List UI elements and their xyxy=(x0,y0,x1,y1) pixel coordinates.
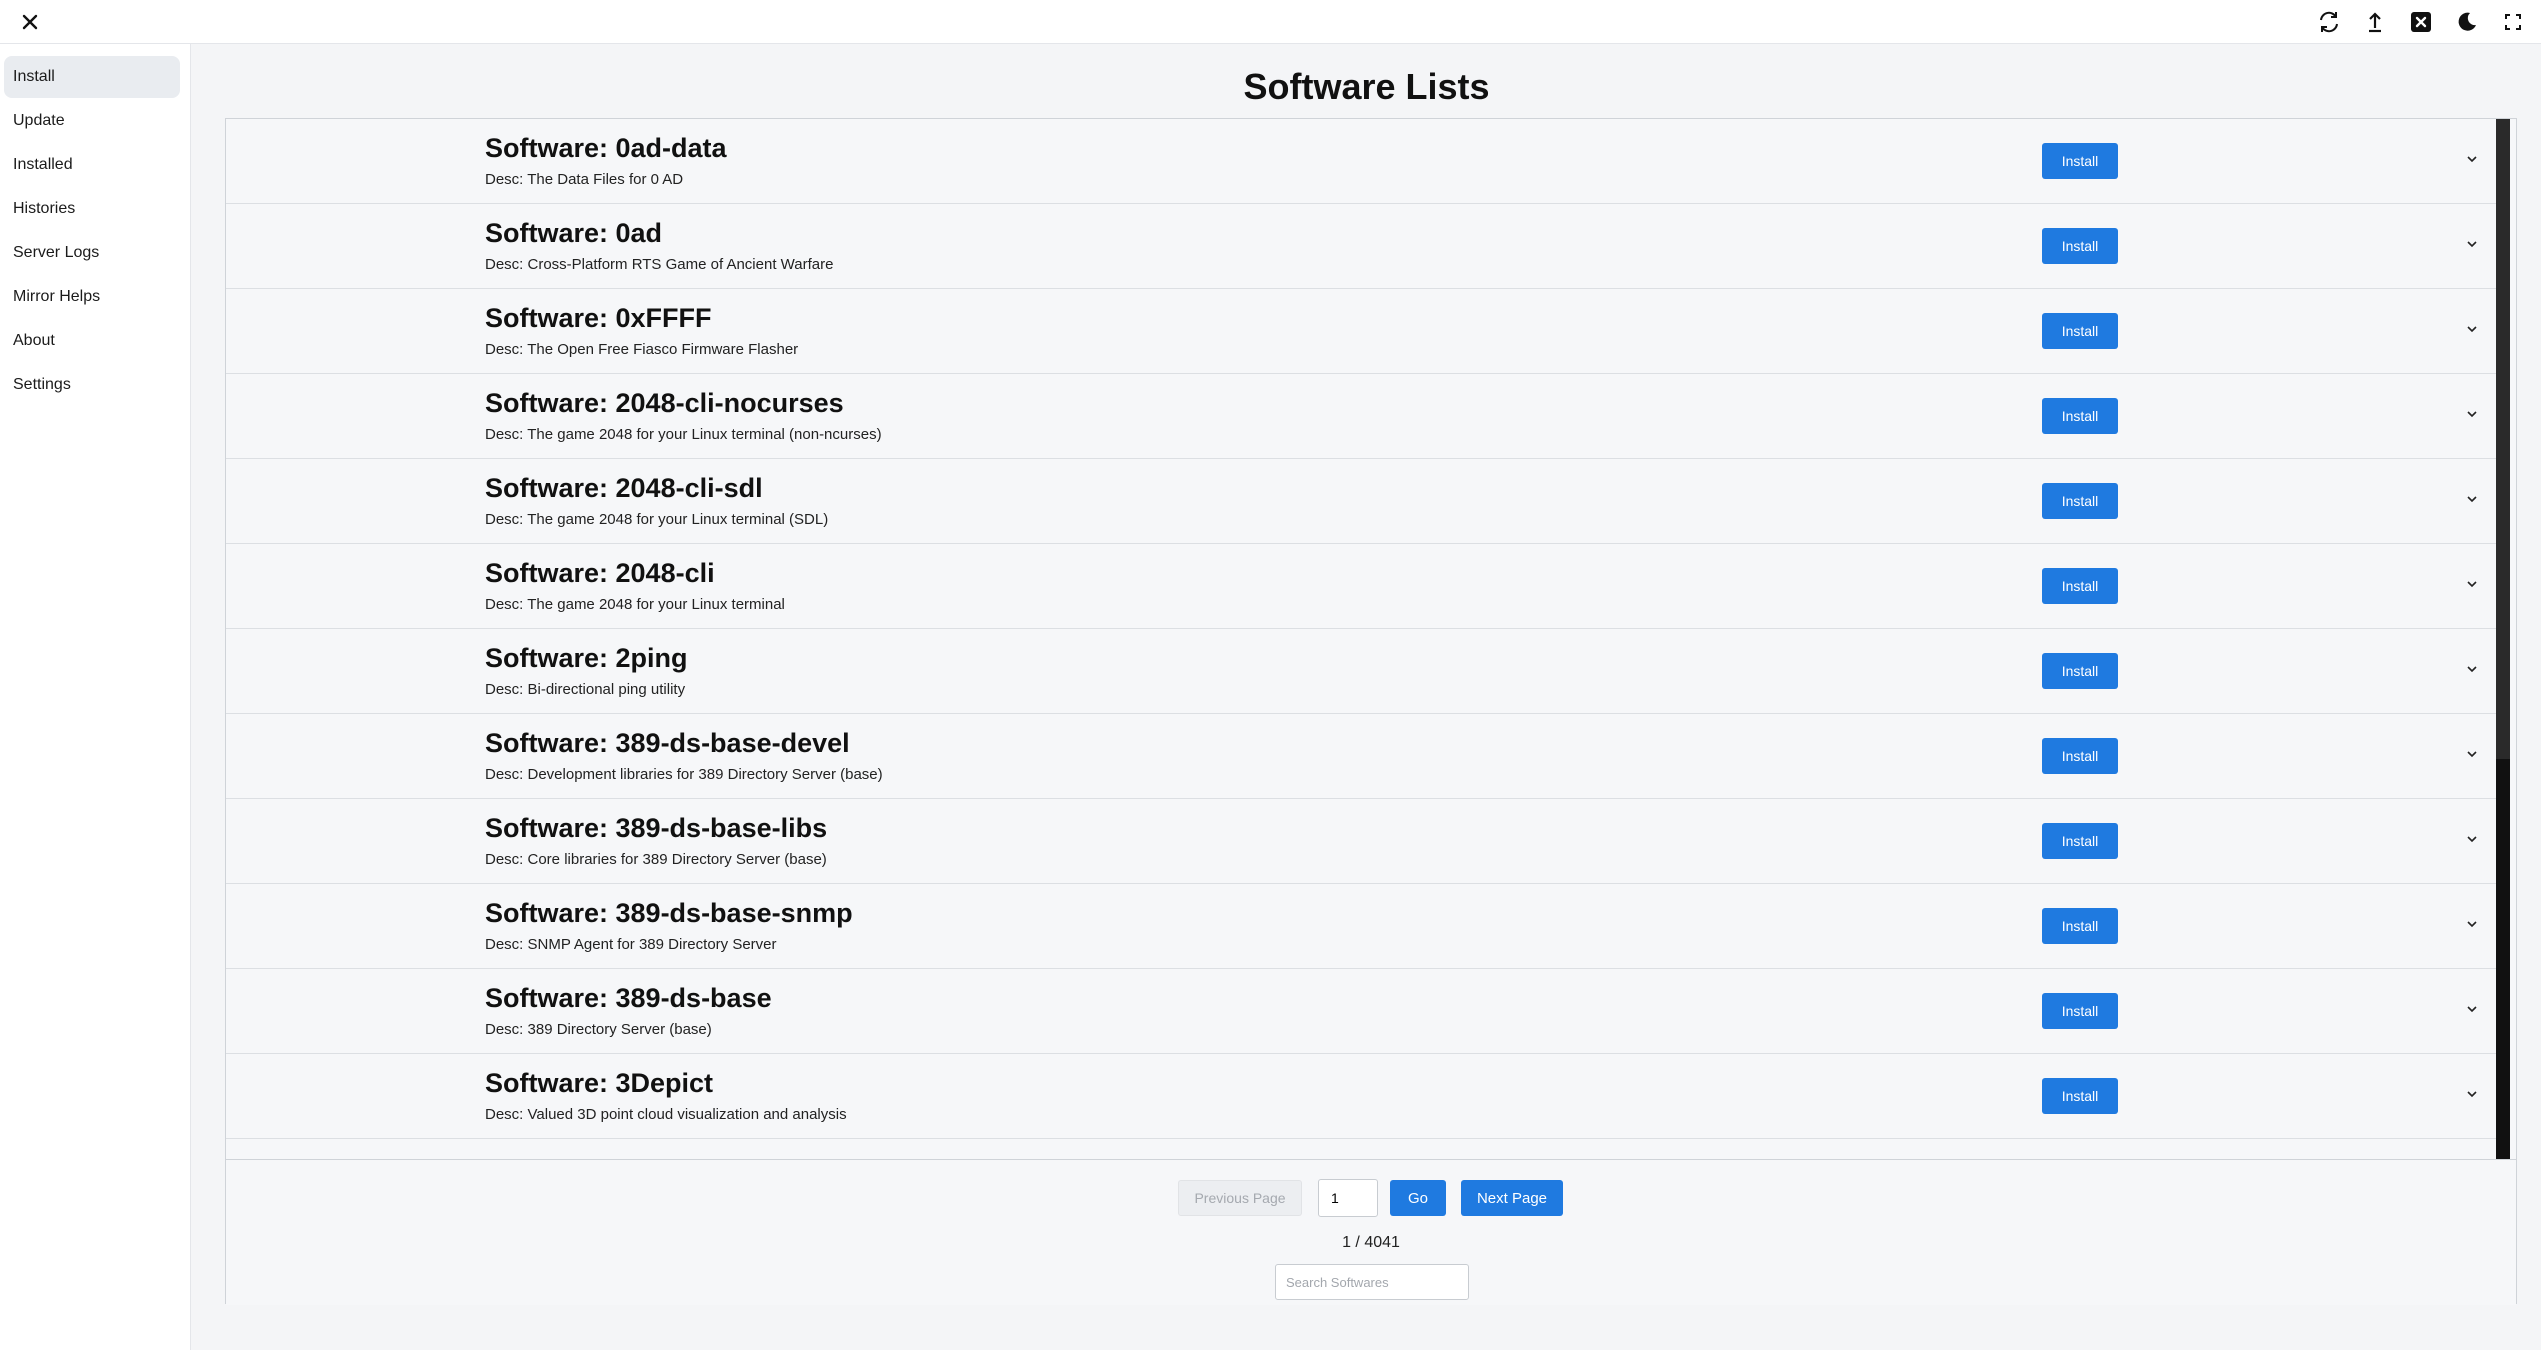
software-name: Software: 0ad-data xyxy=(485,133,727,163)
sidebar-item-install[interactable]: Install xyxy=(4,56,180,98)
sidebar-item-installed[interactable]: Installed xyxy=(4,144,180,186)
software-desc: Desc: Bi-directional ping utility xyxy=(485,681,686,698)
list-item: Software: 3Depict Desc: Valued 3D point … xyxy=(226,1054,2496,1139)
chevron-down-icon[interactable] xyxy=(2464,831,2480,847)
software-name: Software: 389-ds-base-devel xyxy=(485,728,850,758)
search-input[interactable] xyxy=(1275,1264,1469,1300)
sidebar-item-settings[interactable]: Settings xyxy=(4,364,180,406)
software-desc: Desc: Core libraries for 389 Directory S… xyxy=(485,851,827,868)
software-desc: Desc: SNMP Agent for 389 Directory Serve… xyxy=(485,936,777,953)
list-item: Software: 389-ds-base-devel Desc: Develo… xyxy=(226,714,2496,799)
software-name: Software: 2048-cli-nocurses xyxy=(485,388,844,418)
software-name: Software: 0xFFFF xyxy=(485,303,712,333)
software-desc: Desc: The game 2048 for your Linux termi… xyxy=(485,596,785,613)
install-button[interactable]: Install xyxy=(2042,908,2118,944)
main-content: Software Lists Software: 0ad-data Desc: … xyxy=(192,44,2541,1350)
software-name: Software: 389-ds-base xyxy=(485,983,772,1013)
software-desc: Desc: Development libraries for 389 Dire… xyxy=(485,766,883,783)
next-page-button[interactable]: Next Page xyxy=(1461,1180,1563,1216)
software-name: Software: 3Depict xyxy=(485,1068,714,1098)
close-box-icon[interactable] xyxy=(2403,4,2439,40)
software-list-panel: Software: 0ad-data Desc: The Data Files … xyxy=(225,118,2517,1305)
list-item: Software: 389-ds-base-snmp Desc: SNMP Ag… xyxy=(226,884,2496,969)
software-name: Software: 0ad xyxy=(485,218,663,248)
chevron-down-icon[interactable] xyxy=(2464,151,2480,167)
page-count: 1 / 4041 xyxy=(1342,1234,1400,1251)
refresh-icon[interactable] xyxy=(2311,4,2347,40)
software-list[interactable]: Software: 0ad-data Desc: The Data Files … xyxy=(226,119,2496,1159)
list-item: Software: 2048-cli-sdl Desc: The game 20… xyxy=(226,459,2496,544)
sidebar-item-update[interactable]: Update xyxy=(4,100,180,142)
sidebar-item-about[interactable]: About xyxy=(4,320,180,362)
software-name: Software: 2048-cli xyxy=(485,558,715,588)
software-desc: Desc: The Data Files for 0 AD xyxy=(485,171,684,188)
chevron-down-icon[interactable] xyxy=(2464,321,2480,337)
software-desc: Desc: Valued 3D point cloud visualizatio… xyxy=(485,1106,847,1123)
page-number-input[interactable] xyxy=(1318,1179,1378,1217)
scrollbar[interactable] xyxy=(2496,119,2510,1159)
page-title: Software Lists xyxy=(1243,66,1490,107)
chevron-down-icon[interactable] xyxy=(2464,406,2480,422)
chevron-down-icon[interactable] xyxy=(2464,916,2480,932)
go-button[interactable]: Go xyxy=(1390,1180,1446,1216)
chevron-down-icon[interactable] xyxy=(2464,1001,2480,1017)
software-desc: Desc: Cross-Platform RTS Game of Ancient… xyxy=(485,256,834,273)
list-item: Software: 0ad-data Desc: The Data Files … xyxy=(226,119,2496,204)
software-desc: Desc: The Open Free Fiasco Firmware Flas… xyxy=(485,341,799,358)
install-button[interactable]: Install xyxy=(2042,398,2118,434)
sidebar-item-mirror-helps[interactable]: Mirror Helps xyxy=(4,276,180,318)
software-desc: Desc: 389 Directory Server (base) xyxy=(485,1021,712,1038)
list-item: Software: 2ping Desc: Bi-directional pin… xyxy=(226,629,2496,714)
install-button[interactable]: Install xyxy=(2042,483,2118,519)
chevron-down-icon[interactable] xyxy=(2464,661,2480,677)
chevron-down-icon[interactable] xyxy=(2464,576,2480,592)
chevron-down-icon[interactable] xyxy=(2464,1086,2480,1102)
sidebar-item-server-logs[interactable]: Server Logs xyxy=(4,232,180,274)
fullscreen-icon[interactable] xyxy=(2495,4,2531,40)
list-item: Software: 389-ds-base-libs Desc: Core li… xyxy=(226,799,2496,884)
list-item: Software: 389-ds-base Desc: 389 Director… xyxy=(226,969,2496,1054)
list-item: Software: 0ad Desc: Cross-Platform RTS G… xyxy=(226,204,2496,289)
pagination: Previous Page Go Next Page 1 / 4041 xyxy=(226,1159,2516,1305)
chevron-down-icon[interactable] xyxy=(2464,491,2480,507)
top-bar xyxy=(0,0,2541,44)
software-name: Software: 389-ds-base-libs xyxy=(485,813,828,843)
list-item: Software: 0xFFFF Desc: The Open Free Fia… xyxy=(226,289,2496,374)
list-item: Software: 2048-cli-nocurses Desc: The ga… xyxy=(226,374,2496,459)
software-name: Software: 389-ds-base-snmp xyxy=(485,898,853,928)
software-name: Software: 2048-cli-sdl xyxy=(485,473,763,503)
install-button[interactable]: Install xyxy=(2042,228,2118,264)
install-button[interactable]: Install xyxy=(2042,823,2118,859)
install-button[interactable]: Install xyxy=(2042,568,2118,604)
install-button[interactable]: Install xyxy=(2042,993,2118,1029)
window-controls xyxy=(2311,2,2531,42)
install-button[interactable]: Install xyxy=(2042,1078,2118,1114)
upload-icon[interactable] xyxy=(2357,4,2393,40)
software-desc: Desc: The game 2048 for your Linux termi… xyxy=(485,511,829,528)
sidebar-item-histories[interactable]: Histories xyxy=(4,188,180,230)
list-item: Software: 2048-cli Desc: The game 2048 f… xyxy=(226,544,2496,629)
software-name: Software: 2ping xyxy=(485,643,688,673)
sidebar: Install Update Installed Histories Serve… xyxy=(0,44,191,1350)
install-button[interactable]: Install xyxy=(2042,738,2118,774)
software-desc: Desc: The game 2048 for your Linux termi… xyxy=(485,426,882,443)
install-button[interactable]: Install xyxy=(2042,653,2118,689)
close-icon[interactable] xyxy=(12,4,48,40)
chevron-down-icon[interactable] xyxy=(2464,746,2480,762)
scrollbar-track[interactable] xyxy=(2496,759,2510,1159)
scrollbar-thumb[interactable] xyxy=(2496,119,2510,759)
previous-page-button[interactable]: Previous Page xyxy=(1178,1180,1302,1216)
chevron-down-icon[interactable] xyxy=(2464,236,2480,252)
install-button[interactable]: Install xyxy=(2042,143,2118,179)
install-button[interactable]: Install xyxy=(2042,313,2118,349)
moon-icon[interactable] xyxy=(2449,4,2485,40)
